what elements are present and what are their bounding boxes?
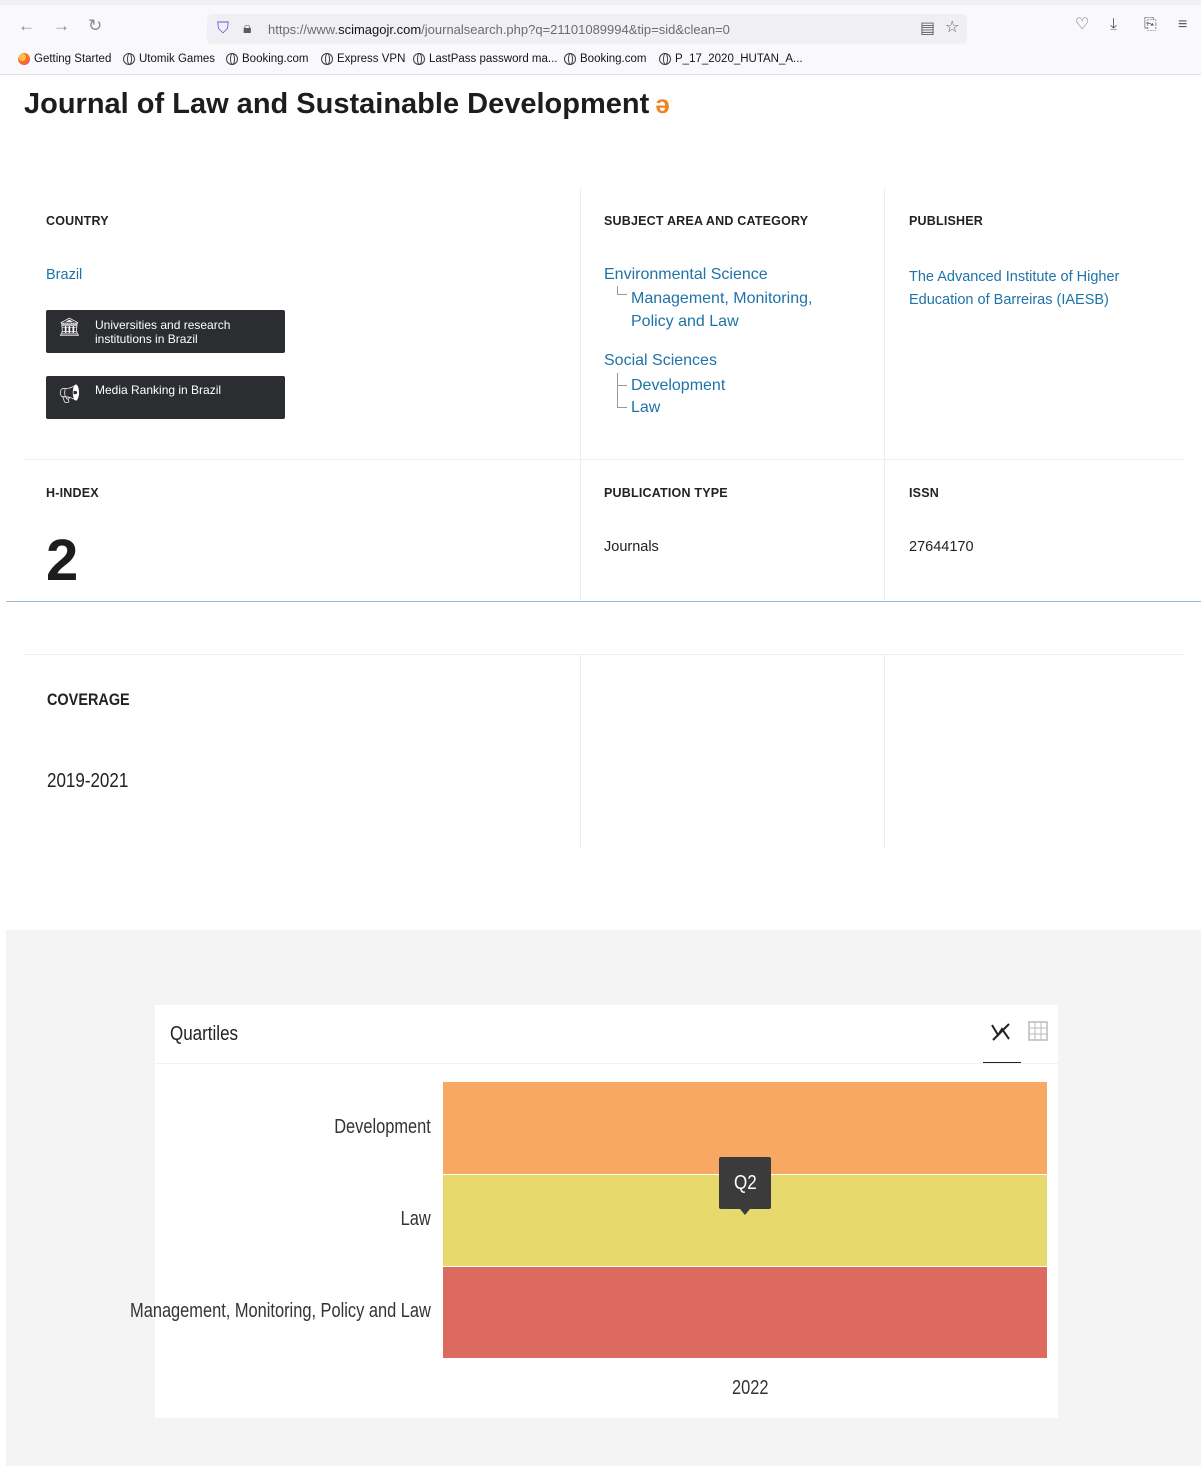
category-line-1: Management, Monitoring, <box>631 290 813 307</box>
publisher-label: PUBLISHER <box>909 214 984 228</box>
globe-icon <box>413 53 425 65</box>
quartiles-chart-card: Quartiles Development Law Management, Moni… <box>130 1005 1058 1418</box>
globe-icon <box>321 53 333 65</box>
coverage-value: 2019-2021 <box>47 770 129 792</box>
subject-area-environmental-science[interactable]: Environmental Science <box>604 266 768 284</box>
grid-divider <box>24 459 1184 460</box>
subject-area-label: SUBJECT AREA AND CATEGORY <box>604 214 809 228</box>
menu-icon[interactable]: ≡ <box>1178 16 1187 34</box>
globe-icon <box>659 53 671 65</box>
grid-divider <box>884 654 885 848</box>
issn-value: 27644170 <box>909 539 974 555</box>
url-text[interactable]: https://www.scimagojr.com/journalsearch.… <box>268 22 730 37</box>
globe-icon <box>564 53 576 65</box>
category-management-monitoring[interactable]: Management, Monitoring, Policy and Law <box>631 287 812 333</box>
shield-icon[interactable]: ⛉ <box>217 20 229 38</box>
tree-connector <box>617 286 618 294</box>
x-tick-label: 2022 <box>732 1377 769 1399</box>
section-divider <box>6 601 1201 602</box>
tooltip-text: Q2 <box>733 1172 757 1194</box>
y-tick-label: Law <box>400 1208 431 1230</box>
journal-title-text: Journal of Law and Sustainable Developme… <box>24 88 650 120</box>
country-link[interactable]: Brazil <box>46 267 82 283</box>
forward-icon[interactable]: → <box>53 17 70 35</box>
tree-connector <box>617 373 618 407</box>
hindex-label: H-INDEX <box>46 486 99 500</box>
lock-icon[interactable]: 🔒︎ <box>243 20 252 38</box>
hindex-value: 2 <box>46 528 79 593</box>
bookmark-utomik[interactable]: Utomik Games <box>123 53 215 65</box>
chart-view-icon[interactable] <box>990 1021 1012 1048</box>
bookmarks-bar: Getting Started Utomik Games Booking.com… <box>0 46 1201 75</box>
bookmark-star-icon[interactable]: ☆ <box>945 19 959 37</box>
universities-button[interactable]: 🏛︎ Universities and research institution… <box>46 310 285 353</box>
publisher-line-2: Education of Barreiras (IAESB) <box>909 292 1109 308</box>
extensions-icon[interactable]: ⎘ <box>1144 16 1157 34</box>
tree-connector <box>617 385 627 386</box>
chart-title: Quartiles <box>170 1023 239 1045</box>
grid-divider <box>580 188 581 600</box>
download-icon[interactable]: ⤓ <box>1110 16 1117 34</box>
tab-strip <box>0 0 1201 5</box>
y-tick-label: Management, Monitoring, Policy and Law <box>130 1300 431 1322</box>
category-development[interactable]: Development <box>631 374 725 397</box>
globe-icon <box>123 53 135 65</box>
subject-area-social-sciences[interactable]: Social Sciences <box>604 352 717 370</box>
globe-icon <box>226 53 238 65</box>
megaphone-icon: 📢︎ <box>58 384 81 404</box>
tree-connector <box>617 294 627 295</box>
bookmark-pdf[interactable]: P_17_2020_HUTAN_A... <box>659 53 803 65</box>
bookmark-lastpass[interactable]: LastPass password ma... <box>413 53 557 65</box>
reader-view-icon[interactable]: ▤ <box>920 20 935 38</box>
y-tick-label: Development <box>334 1116 431 1138</box>
institution-icon: 🏛︎ <box>58 317 81 337</box>
bookmark-getting-started[interactable]: Getting Started <box>18 53 111 65</box>
open-access-icon: ə <box>655 89 670 119</box>
category-law[interactable]: Law <box>631 396 660 419</box>
bookmark-expressvpn[interactable]: Express VPN <box>321 53 405 65</box>
firefox-icon <box>18 53 30 65</box>
publisher-link[interactable]: The Advanced Institute of Higher Educati… <box>909 266 1119 312</box>
back-icon[interactable]: ← <box>18 17 35 35</box>
publisher-line-1: The Advanced Institute of Higher <box>909 269 1120 285</box>
bookmark-booking-2[interactable]: Booking.com <box>564 53 646 65</box>
coverage-label: COVERAGE <box>47 690 130 709</box>
grid-divider <box>580 654 581 848</box>
pocket-icon[interactable]: ♡ <box>1075 16 1089 34</box>
page-title: Journal of Law and Sustainable Developme… <box>24 88 670 121</box>
address-bar[interactable]: ⛉ 🔒︎ https://www.scimagojr.com/journalse… <box>207 14 967 44</box>
bookmark-booking[interactable]: Booking.com <box>226 53 308 65</box>
quartile-tooltip: Q2 <box>719 1157 771 1215</box>
country-label: COUNTRY <box>46 214 109 228</box>
publication-type-label: PUBLICATION TYPE <box>604 486 728 500</box>
quartile-cell[interactable] <box>443 1267 1047 1358</box>
table-view-icon[interactable] <box>1028 1021 1048 1046</box>
grid-divider <box>884 188 885 600</box>
media-ranking-button[interactable]: 📢︎ Media Ranking in Brazil <box>46 376 285 419</box>
publication-type-value: Journals <box>604 539 659 555</box>
issn-label: ISSN <box>909 486 939 500</box>
category-line-2: Policy and Law <box>631 313 739 330</box>
tree-connector <box>617 407 627 408</box>
card-header-divider <box>155 1063 1058 1064</box>
universities-button-label: Universities and research institutions i… <box>95 318 231 346</box>
grid-divider <box>24 654 1184 655</box>
reload-icon[interactable]: ↻ <box>88 17 102 35</box>
media-ranking-button-label: Media Ranking in Brazil <box>95 383 222 397</box>
browser-toolbar: ← → ↻ ⛉ 🔒︎ https://www.scimagojr.com/jou… <box>0 0 1201 46</box>
